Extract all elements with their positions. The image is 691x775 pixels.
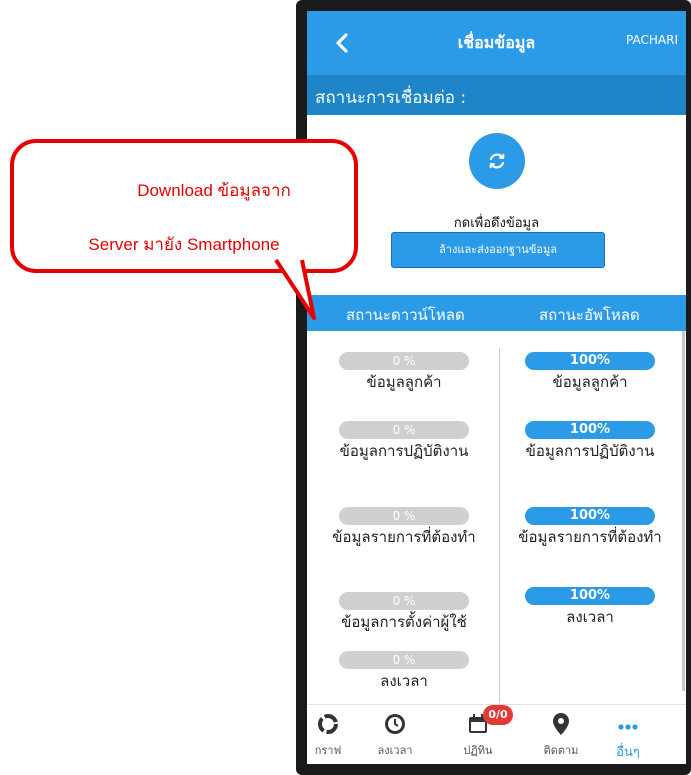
upload-progress-bar: 100% (525, 421, 655, 439)
download-item-label: ข้อมูลการตั้งค่าผู้ใช้ (341, 613, 467, 631)
app-screen: เชื่อมข้อมูล PACHARI สถานะการเชื่อมต่อ :… (307, 11, 686, 764)
nav-item-more[interactable]: อื่นๆ (593, 711, 663, 762)
chart-ring-icon (318, 714, 338, 734)
connection-status-title: สถานะการเชื่อมต่อ : (307, 75, 686, 115)
sync-icon (489, 153, 505, 169)
download-item-label: ข้อมูลรายการที่ต้องทำ (332, 528, 476, 546)
upload-item-label: ข้อมูลการปฏิบัติงาน (525, 442, 655, 460)
nav-label: อื่นๆ (616, 745, 640, 760)
upload-item-timestamp: 100% ลงเวลา (515, 587, 665, 627)
nav-label: ติดตาม (543, 744, 579, 757)
download-item-timestamp: 0 % ลงเวลา (329, 651, 479, 691)
bottom-nav: กราฟ ลงเวลา 0/0 ปฏิทิน ติดตาม อื่นๆ (307, 704, 686, 764)
scrollbar[interactable] (682, 331, 685, 691)
upload-item-label: ข้อมูลลูกค้า (552, 373, 628, 391)
upload-progress-bar: 100% (525, 587, 655, 605)
download-progress-bar: 0 % (339, 507, 469, 525)
reset-export-button[interactable]: ล้างและส่งออกฐานข้อมูล (391, 232, 605, 268)
sync-label: กดเพื่อดึงข้อมูล (453, 216, 540, 231)
nav-item-calendar[interactable]: 0/0 ปฏิทิน (443, 705, 513, 759)
nav-label: ปฏิทิน (463, 744, 493, 757)
upload-item-todo: 100% ข้อมูลรายการที่ต้องทำ (515, 507, 665, 547)
download-item-label: ข้อมูลลูกค้า (366, 373, 442, 391)
download-item-todo: 0 % ข้อมูลรายการที่ต้องทำ (329, 507, 479, 547)
download-progress-bar: 0 % (339, 352, 469, 370)
download-progress-bar: 0 % (339, 421, 469, 439)
download-item-label: ลงเวลา (380, 672, 428, 690)
app-bar: เชื่อมข้อมูล PACHARI (307, 11, 686, 75)
column-divider (499, 348, 500, 703)
callout-bubble: Download ข้อมูลจาก Server มายัง Smartpho… (10, 139, 358, 273)
callout-tail (274, 258, 316, 320)
nav-label: ลงเวลา (377, 744, 413, 757)
upload-item-label: ข้อมูลรายการที่ต้องทำ (518, 528, 662, 546)
download-item-customer: 0 % ข้อมูลลูกค้า (329, 352, 479, 392)
nav-item-graph[interactable]: กราฟ (307, 711, 363, 759)
more-icon (618, 724, 638, 730)
download-progress-bar: 0 % (339, 651, 469, 669)
upload-status-title: สถานะอัพโหลด (539, 306, 640, 324)
download-item-operation: 0 % ข้อมูลการปฏิบัติงาน (329, 421, 479, 461)
download-progress-bar: 0 % (339, 592, 469, 610)
user-name: PACHARI (626, 33, 678, 47)
nav-item-timestamp[interactable]: ลงเวลา (360, 711, 430, 759)
calendar-badge: 0/0 (483, 705, 513, 725)
status-header: สถานะดาวน์โหลด สถานะอัพโหลด (307, 295, 686, 331)
sync-button[interactable] (469, 133, 525, 189)
map-pin-icon (553, 713, 569, 735)
callout-line-1: Download ข้อมูลจาก (137, 181, 291, 200)
upload-item-operation: 100% ข้อมูลการปฏิบัติงาน (515, 421, 665, 461)
nav-label: กราฟ (314, 744, 342, 757)
upload-progress-bar: 100% (525, 507, 655, 525)
upload-progress-bar: 100% (525, 352, 655, 370)
callout-line-2: Server มายัง Smartphone (88, 235, 280, 254)
clock-icon (385, 714, 405, 734)
upload-item-customer: 100% ข้อมูลลูกค้า (515, 352, 665, 392)
upload-item-label: ลงเวลา (566, 608, 614, 626)
download-item-user-settings: 0 % ข้อมูลการตั้งค่าผู้ใช้ (329, 592, 479, 632)
download-status-title: สถานะดาวน์โหลด (346, 306, 465, 324)
nav-item-tracking[interactable]: ติดตาม (526, 711, 596, 759)
download-item-label: ข้อมูลการปฏิบัติงาน (339, 442, 469, 460)
